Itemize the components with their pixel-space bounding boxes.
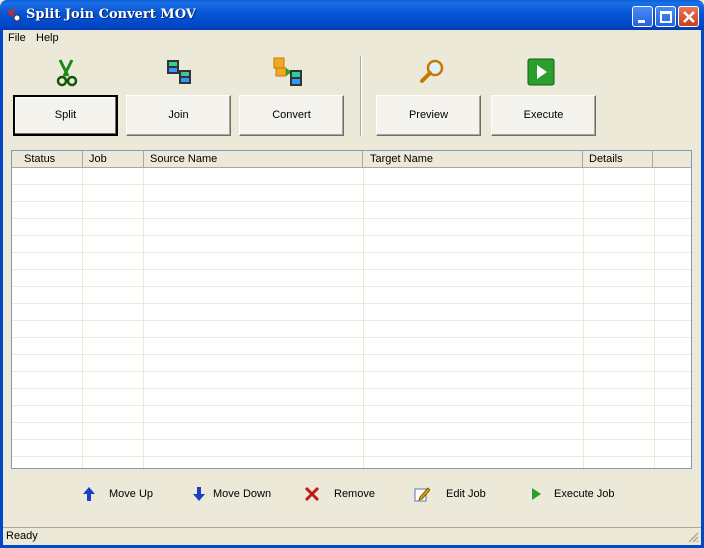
remove-x-icon	[304, 486, 320, 502]
grid-line	[654, 168, 655, 468]
title-bar[interactable]: Split Join Convert MOV	[0, 0, 704, 30]
list-body[interactable]	[12, 168, 691, 468]
play-icon	[527, 58, 555, 86]
status-text: Ready	[6, 530, 38, 542]
menu-help[interactable]: Help	[36, 32, 59, 44]
magnifier-icon	[420, 59, 444, 83]
move-up-label: Move Up	[109, 488, 154, 500]
menu-bar: File Help	[3, 30, 701, 48]
column-source-name[interactable]: Source Name	[144, 151, 363, 168]
scissors-icon	[56, 59, 78, 87]
move-down-label: Move Down	[213, 488, 272, 500]
remove-label: Remove	[334, 488, 375, 500]
grid-line	[363, 168, 364, 468]
join-button[interactable]: Join	[126, 95, 231, 136]
minimize-button[interactable]	[632, 6, 653, 27]
app-icon	[7, 8, 21, 22]
preview-button[interactable]: Preview	[376, 95, 481, 136]
remove-button[interactable]: Remove	[304, 485, 384, 505]
close-button[interactable]	[678, 6, 699, 27]
status-bar: Ready	[3, 527, 701, 545]
minimize-icon	[638, 20, 645, 23]
toolbar-separator	[360, 56, 362, 136]
maximize-button[interactable]	[655, 6, 676, 27]
maximize-icon	[660, 11, 672, 23]
execute-job-label: Execute Job	[554, 488, 615, 500]
move-down-button[interactable]: Move Down	[191, 485, 286, 505]
column-status[interactable]: Status	[12, 151, 83, 168]
grid-line	[583, 168, 584, 468]
list-header: Status Job Source Name Target Name Detai…	[12, 151, 691, 168]
window-frame-left	[0, 30, 3, 548]
move-up-button[interactable]: Move Up	[81, 485, 171, 505]
column-job[interactable]: Job	[83, 151, 144, 168]
arrow-down-icon	[193, 487, 205, 501]
arrow-up-icon	[83, 487, 95, 501]
convert-icon	[273, 57, 302, 86]
column-details[interactable]: Details	[583, 151, 653, 168]
edit-job-button[interactable]: Edit Job	[414, 485, 494, 505]
play-small-icon	[532, 488, 541, 500]
convert-button[interactable]: Convert	[239, 95, 344, 136]
column-target-name[interactable]: Target Name	[363, 151, 583, 168]
execute-button[interactable]: Execute	[491, 95, 596, 136]
edit-pencil-icon	[414, 487, 430, 502]
window-title: Split Join Convert MOV	[26, 7, 196, 22]
edit-job-label: Edit Job	[446, 488, 486, 500]
film-join-icon	[167, 60, 191, 84]
resize-grip-icon[interactable]	[687, 531, 699, 543]
execute-job-button[interactable]: Execute Job	[528, 485, 618, 505]
grid-line	[82, 168, 83, 468]
split-button[interactable]: Split	[13, 95, 118, 136]
close-icon	[683, 11, 695, 23]
grid-line	[143, 168, 144, 468]
menu-file[interactable]: File	[8, 32, 26, 44]
job-list[interactable]: Status Job Source Name Target Name Detai…	[11, 150, 692, 469]
